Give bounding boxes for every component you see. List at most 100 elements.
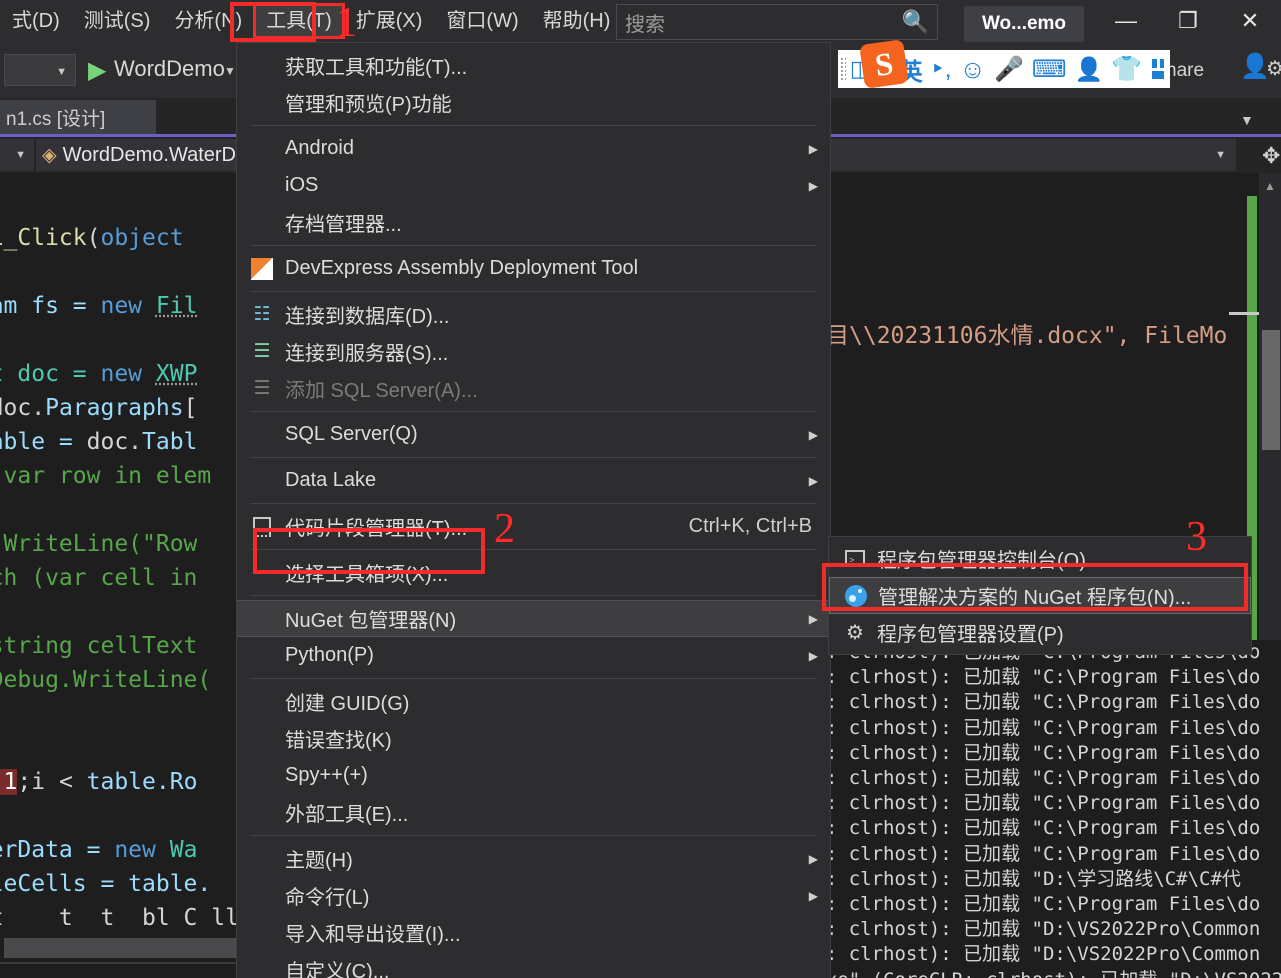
code-line: table = doc.Tabl <box>0 427 197 457</box>
menu-item-guid-g[interactable]: 创建 GUID(G) <box>237 683 830 720</box>
chevron-right-icon: ▶ <box>809 649 818 663</box>
menu-item-label: 存档管理器... <box>285 208 402 237</box>
code-line: (var row in elem <box>0 461 211 491</box>
chevron-right-icon: ▶ <box>809 474 818 488</box>
navbar-project-dropdown[interactable]: ▼ <box>0 139 34 171</box>
chevron-right-icon: ▶ <box>809 889 818 903</box>
search-box[interactable]: 搜索 🔍 <box>616 4 938 40</box>
user-profile-icon[interactable]: 👤 <box>1075 56 1104 83</box>
chevron-down-icon[interactable]: ▼ <box>224 64 236 78</box>
chevron-right-icon: ▶ <box>809 428 818 442</box>
menu-item-6[interactable]: 帮助(H) <box>531 4 623 38</box>
navbar-class-label: WordDemo.WaterD <box>63 144 236 167</box>
search-icon: 🔍 <box>902 9 929 35</box>
chevron-down-icon: ▼ <box>15 149 26 161</box>
menu-item-p[interactable]: 管理和预览(P)功能 <box>237 84 830 121</box>
emoji-icon[interactable]: ☺ <box>959 54 986 85</box>
chevron-right-icon: ▶ <box>809 612 818 626</box>
share-label[interactable]: hare <box>1166 60 1204 82</box>
sogou-logo-icon[interactable]: S <box>859 39 909 89</box>
menu-item-label: 添加 SQL Server(A)... <box>285 374 478 403</box>
search-input[interactable]: 搜索 <box>625 8 902 37</box>
minimize-button[interactable]: — <box>1095 0 1157 42</box>
menu-item-python-p[interactable]: Python(P)▶ <box>237 637 830 674</box>
submenu-item-p[interactable]: ⚙程序包管理器设置(P) <box>829 614 1251 651</box>
menu-item-label: 连接到服务器(S)... <box>285 337 448 366</box>
menu-item-data-lake[interactable]: Data Lake▶ <box>237 462 830 499</box>
menu-separator <box>251 503 816 504</box>
menu-item-devexpress-assembly-deployment-tool[interactable]: DevExpress Assembly Deployment Tool <box>237 250 830 287</box>
chevron-right-icon: ▶ <box>809 142 818 156</box>
menu-item-label: NuGet 包管理器(N) <box>285 604 456 633</box>
sql-server-add-icon: ☰ <box>249 376 275 402</box>
menu-item-l[interactable]: 命令行(L)▶ <box>237 877 830 914</box>
menu-item-k[interactable]: 错误查找(K) <box>237 720 830 757</box>
menu-separator <box>251 595 816 596</box>
annotation-box-manage-nuget <box>822 563 1248 611</box>
chevron-down-icon: ▼ <box>56 66 67 78</box>
microphone-icon[interactable]: 🎤 <box>994 55 1024 84</box>
menu-separator <box>251 411 816 412</box>
tab-designer[interactable]: n1.cs [设计] <box>0 100 156 134</box>
ime-grip-handle[interactable] <box>840 57 846 81</box>
devexpress-icon <box>249 256 275 282</box>
menu-item-label: 主题(H) <box>285 844 353 873</box>
menu-item-sql-server-q[interactable]: SQL Server(Q) ▶ <box>237 416 830 453</box>
code-line: = doc.Paragraphs[ <box>0 393 197 423</box>
toolbox-grid-icon[interactable] <box>1152 59 1164 79</box>
maximize-button[interactable]: ❐ <box>1157 0 1219 42</box>
code-line: ent doc = new XWP <box>0 359 197 389</box>
code-line: on1_Click(object <box>0 223 184 253</box>
split-view-icon[interactable]: ✥ <box>1262 143 1280 169</box>
menu-item-c[interactable]: 自定义(C)... <box>237 951 830 978</box>
code-health-marker <box>1229 312 1259 315</box>
menu-item-[interactable]: 存档管理器... <box>237 204 830 241</box>
soft-keyboard-icon[interactable]: ⌨ <box>1032 55 1067 84</box>
menu-item-t[interactable]: 获取工具和功能(T)... <box>237 47 830 84</box>
annotation-number-3: 3 <box>1186 516 1207 558</box>
class-icon: ◈ <box>42 144 57 167</box>
menu-separator <box>251 291 816 292</box>
menu-item-label: 管理和预览(P)功能 <box>285 88 452 117</box>
menu-item-4[interactable]: 扩展(X) <box>344 4 435 38</box>
tools-dropdown-menu[interactable]: 获取工具和功能(T)... 管理和预览(P)功能 Android▶iOS▶ 存档管理器… <box>236 42 831 978</box>
play-icon[interactable]: ▶ <box>88 56 106 85</box>
menu-item-e[interactable]: 外部工具(E)... <box>237 794 830 831</box>
menu-item-label: 错误查找(K) <box>285 724 392 753</box>
menu-item-label: 获取工具和功能(T)... <box>285 51 467 80</box>
menu-item-i[interactable]: 导入和导出设置(I)... <box>237 914 830 951</box>
menu-item-nuget-n[interactable]: NuGet 包管理器(N) ▶ <box>237 600 830 637</box>
menu-item-ios[interactable]: iOS▶ <box>237 167 830 204</box>
menu-item-d[interactable]: ☷连接到数据库(D)... <box>237 296 830 333</box>
scroll-up-icon[interactable]: ▲ <box>1259 176 1281 196</box>
configuration-dropdown[interactable]: ▼ <box>4 54 76 86</box>
run-target-label[interactable]: WordDemo <box>114 56 225 82</box>
menu-item-0[interactable]: 式(D) <box>0 4 72 38</box>
menu-item-android[interactable]: Android▶ <box>237 130 830 167</box>
menu-item-sql-server-a: ☰ 添加 SQL Server(A)... <box>237 370 830 407</box>
menu-item-1[interactable]: 测试(S) <box>72 4 163 38</box>
code-line: = 1;i < table.Ro <box>0 767 197 797</box>
menu-item-label: SQL Server(Q) <box>285 423 418 446</box>
menu-item-label: 自定义(C)... <box>285 955 389 978</box>
menu-item-h[interactable]: 主题(H)▶ <box>237 840 830 877</box>
chevron-down-icon[interactable]: ▼ <box>1240 112 1254 128</box>
menu-item-5[interactable]: 窗口(W) <box>434 4 530 38</box>
menu-item-label: 连接到数据库(D)... <box>285 300 449 329</box>
menu-separator <box>251 125 816 126</box>
menu-item-s[interactable]: ☰连接到服务器(S)... <box>237 333 830 370</box>
scrollbar-thumb[interactable] <box>1262 330 1280 450</box>
submenu-item-label: 程序包管理器设置(P) <box>877 618 1064 647</box>
punctuation-icon[interactable]: ‣, <box>931 55 952 84</box>
code-line: each (var cell in <box>0 563 197 593</box>
close-button[interactable]: ✕ <box>1219 0 1281 42</box>
menu-item-label: 创建 GUID(G) <box>285 687 409 716</box>
code-line: ableCells = table. <box>0 869 211 899</box>
menu-item-label: 外部工具(E)... <box>285 798 408 827</box>
menu-item-spy[interactable]: Spy++(+) <box>237 757 830 794</box>
menu-item-label: Spy++(+) <box>285 764 368 787</box>
skin-shirt-icon[interactable]: 👕 <box>1111 55 1142 84</box>
gear-icon[interactable]: ⚙ <box>1266 56 1281 81</box>
window-title-chip: Wo...emo <box>964 6 1084 42</box>
menu-separator <box>251 457 816 458</box>
